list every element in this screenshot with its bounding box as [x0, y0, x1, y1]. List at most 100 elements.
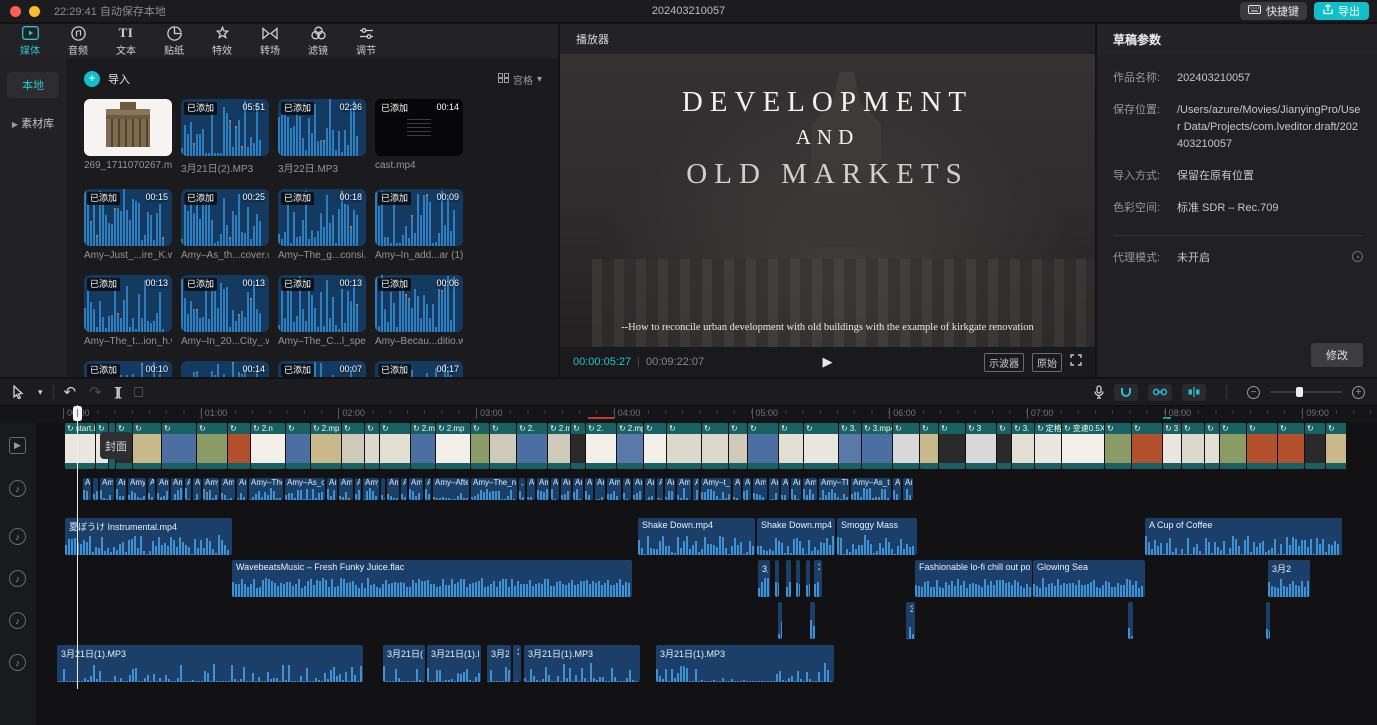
- music-clip[interactable]: 3月2: [1268, 560, 1310, 597]
- delete-icon[interactable]: [134, 387, 143, 397]
- music-clip[interactable]: Smoggy Mass: [837, 518, 917, 555]
- video-clip[interactable]: ↻: [197, 423, 227, 469]
- media-item[interactable]: 已添加00:13Amy–In_20...City_.wav: [181, 275, 269, 347]
- playhead-handle[interactable]: [73, 406, 82, 421]
- video-clip[interactable]: ↻: [893, 423, 919, 469]
- media-item[interactable]: 已添加02:363月22日.MP3: [278, 99, 366, 175]
- audio-clip[interactable]: A: [193, 478, 201, 500]
- zoom-slider-knob[interactable]: [1296, 387, 1303, 397]
- video-clip[interactable]: ↻: [939, 423, 965, 469]
- redo-icon[interactable]: ↷: [89, 383, 102, 401]
- music-clip[interactable]: 3: [906, 602, 915, 639]
- audio-clip[interactable]: Ar: [585, 478, 593, 500]
- tab-transitions[interactable]: 转场: [246, 26, 294, 57]
- video-clip[interactable]: ↻: [1182, 423, 1204, 469]
- shortcut-button[interactable]: 快捷键: [1240, 2, 1307, 20]
- video-clip[interactable]: ↻: [228, 423, 250, 469]
- audio-clip[interactable]: Amy: [203, 478, 219, 500]
- audio-clip[interactable]: Am: [387, 478, 399, 500]
- video-clip[interactable]: ↻: [1326, 423, 1346, 469]
- video-clip[interactable]: ↻: [1105, 423, 1131, 469]
- video-clip[interactable]: ↻2.mp: [436, 423, 470, 469]
- video-clip[interactable]: ↻: [748, 423, 778, 469]
- undo-icon[interactable]: ↶: [64, 383, 77, 401]
- sidebar-item-library[interactable]: ▶素材库: [7, 110, 59, 136]
- video-clip[interactable]: ↻定格: [1035, 423, 1061, 469]
- audio-clip[interactable]: A: [83, 478, 91, 500]
- magnetic-snap-toggle[interactable]: [1114, 384, 1138, 401]
- audio-clip[interactable]: A: [185, 478, 191, 500]
- audio-clip[interactable]: A: [551, 478, 559, 500]
- video-clip[interactable]: ↻: [729, 423, 747, 469]
- video-clip[interactable]: ↻: [644, 423, 666, 469]
- music-clip[interactable]: 3月2: [487, 645, 511, 682]
- video-preview[interactable]: DEVELOPMENT AND OLD MARKETS --How to rec…: [560, 54, 1095, 347]
- video-clip[interactable]: ↻: [1247, 423, 1277, 469]
- music-clip[interactable]: 3: [513, 645, 521, 682]
- media-item[interactable]: 已添加00:06Amy–Becau...ditio.wav: [375, 275, 463, 347]
- original-quality-button[interactable]: 原始: [1032, 353, 1062, 372]
- video-clip[interactable]: ↻3: [1163, 423, 1181, 469]
- audio-clip[interactable]: Amy–After: [433, 478, 469, 500]
- audio-clip[interactable]: Amy-: [339, 478, 353, 500]
- music-clip[interactable]: [775, 560, 779, 597]
- music-clip[interactable]: Shake Down.mp4: [638, 518, 755, 555]
- video-clip[interactable]: ↻3.: [839, 423, 861, 469]
- music-clip[interactable]: 3月21日(1).MP3: [57, 645, 363, 682]
- music-clip[interactable]: [1128, 602, 1133, 639]
- video-clip[interactable]: ↻: [133, 423, 161, 469]
- audio-clip[interactable]: Amy–T: [803, 478, 817, 500]
- audio-clip[interactable]: Am: [561, 478, 571, 500]
- audio-clip[interactable]: Am: [645, 478, 655, 500]
- video-clip[interactable]: ↻2.n: [251, 423, 285, 469]
- media-item[interactable]: 00:14: [181, 361, 269, 377]
- audio-clip[interactable]: A: [355, 478, 361, 500]
- audio-clip[interactable]: An: [623, 478, 631, 500]
- audio-clip[interactable]: Am: [327, 478, 337, 500]
- audio-clip[interactable]: An: [573, 478, 583, 500]
- audio-clip[interactable]: Amy–As_cons: [285, 478, 325, 500]
- music-clip[interactable]: 3月21日(: [383, 645, 425, 682]
- audio-clip[interactable]: A: [148, 478, 155, 500]
- media-item[interactable]: 已添加00:10: [84, 361, 172, 377]
- minimize-window-button[interactable]: [29, 6, 40, 17]
- zoom-out-icon[interactable]: −: [1247, 386, 1260, 399]
- media-item[interactable]: 已添加00:07: [278, 361, 366, 377]
- audio-track-icon[interactable]: ♪: [9, 480, 26, 497]
- sidebar-item-local[interactable]: 本地: [7, 72, 59, 98]
- audio-clip[interactable]: A: [401, 478, 407, 500]
- zoom-in-icon[interactable]: +: [1352, 386, 1365, 399]
- auto-split-toggle[interactable]: [1182, 384, 1206, 401]
- audio-clip[interactable]: Am: [157, 478, 169, 500]
- video-clip[interactable]: ↻2.m: [411, 423, 435, 469]
- audio-clip[interactable]: Amy–The_new_: [471, 478, 517, 500]
- audio-clip[interactable]: A: [527, 478, 535, 500]
- view-mode-toggle[interactable]: 宫格 ▾: [498, 72, 542, 87]
- video-clip[interactable]: ↻2.: [586, 423, 616, 469]
- tab-sticker[interactable]: 贴纸: [150, 26, 198, 57]
- music-clip[interactable]: [778, 602, 782, 639]
- media-item[interactable]: 已添加05:513月21日(2).MP3: [181, 99, 269, 175]
- audio-track-icon[interactable]: ♪: [9, 654, 26, 671]
- music-clip[interactable]: 夏ぼうけ Instrumental.mp4: [65, 518, 232, 555]
- audio-clip[interactable]: Am: [171, 478, 183, 500]
- info-icon[interactable]: [1352, 251, 1363, 262]
- video-clip[interactable]: ↻: [162, 423, 196, 469]
- audio-clip[interactable]: Amy–T: [753, 478, 767, 500]
- music-clip[interactable]: [796, 560, 800, 597]
- media-item[interactable]: 已添加00:14cast.mp4: [375, 99, 463, 175]
- chevron-down-icon[interactable]: ▾: [38, 387, 43, 398]
- music-clip[interactable]: [786, 560, 791, 597]
- music-clip[interactable]: [1266, 602, 1270, 639]
- media-item[interactable]: 已添加00:25Amy–As_th...cover.wav: [181, 189, 269, 261]
- tab-effects[interactable]: 特效: [198, 26, 246, 57]
- video-clip[interactable]: ↻: [342, 423, 364, 469]
- video-clip[interactable]: ↻: [365, 423, 379, 469]
- video-clip[interactable]: ↻: [380, 423, 410, 469]
- audio-clip[interactable]: A: [657, 478, 663, 500]
- media-item[interactable]: 已添加00:13Amy–The_t...ion_h.wav: [84, 275, 172, 347]
- audio-clip[interactable]: Am: [237, 478, 247, 500]
- media-item[interactable]: 已添加00:15Amy–Just_...ire_K.wav: [84, 189, 172, 261]
- close-window-button[interactable]: [10, 6, 21, 17]
- video-clip[interactable]: ↻: [1278, 423, 1304, 469]
